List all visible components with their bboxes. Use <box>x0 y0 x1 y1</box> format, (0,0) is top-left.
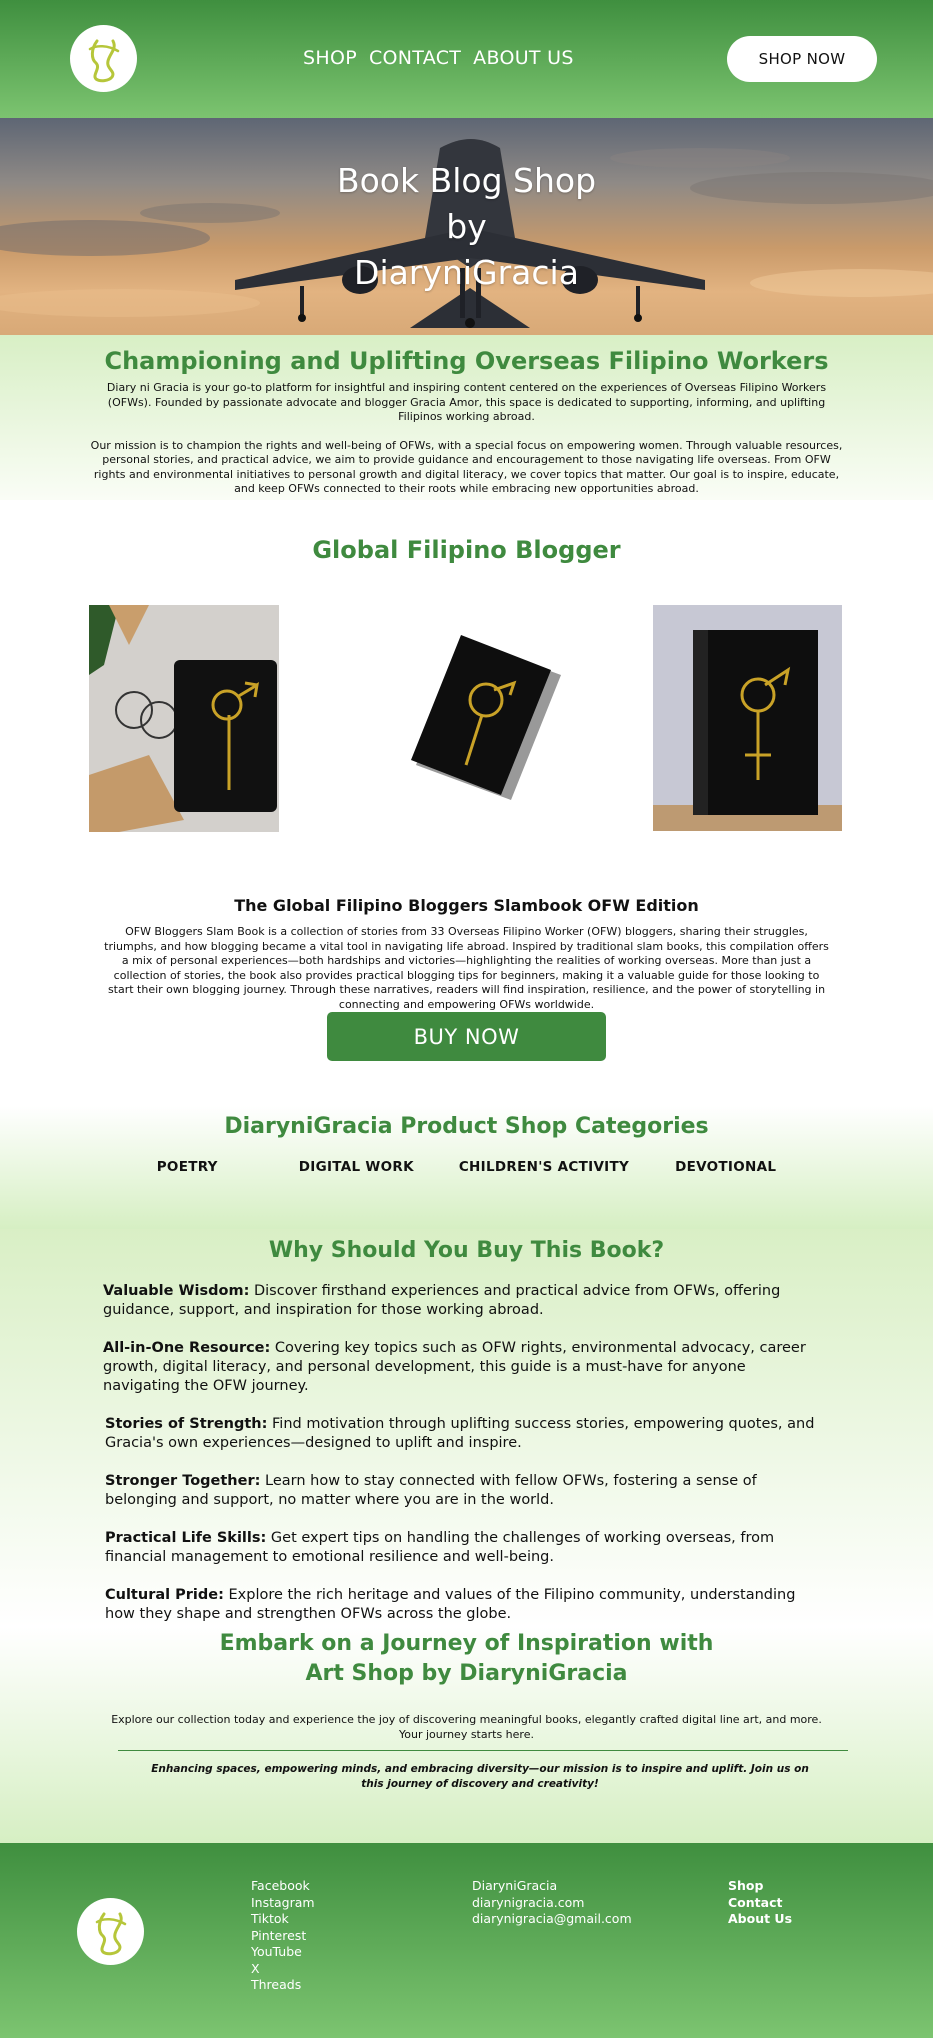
footer-logo[interactable] <box>77 1898 144 1965</box>
footer-link-contact[interactable]: Contact <box>728 1895 792 1912</box>
shop-now-button[interactable]: SHOP NOW <box>727 36 877 82</box>
book-photo-shelf[interactable] <box>653 605 842 831</box>
mission-paragraph: Our mission is to champion the rights an… <box>90 438 843 496</box>
footer-link-tiktok[interactable]: Tiktok <box>251 1911 315 1928</box>
embark-paragraph: Explore our collection today and experie… <box>111 1713 822 1741</box>
footer-nav-links: Shop Contact About Us <box>728 1878 792 1928</box>
benefit-item: Stronger Together: Learn how to stay con… <box>105 1472 825 1510</box>
embark-section: Embark on a Journey of Inspiration with … <box>0 1627 933 1843</box>
benefit-title: Practical Life Skills: <box>105 1530 267 1546</box>
book-photo-desk[interactable] <box>89 605 279 832</box>
footer-social-links: Facebook Instagram Tiktok Pinterest YouT… <box>251 1878 315 1994</box>
diaryni-gracia-logo-icon <box>95 1912 126 1955</box>
divider <box>118 1750 848 1751</box>
footer-link-youtube[interactable]: YouTube <box>251 1944 315 1961</box>
category-childrens-activity[interactable]: CHILDREN'S ACTIVITY <box>459 1159 629 1175</box>
why-buy-section: Why Should You Buy This Book? Valuable W… <box>0 1229 933 1627</box>
book-cover-image <box>386 605 571 832</box>
logo[interactable] <box>70 25 137 92</box>
footer-email-link[interactable]: diarynigracia@gmail.com <box>472 1911 632 1928</box>
embark-heading-line: Embark on a Journey of Inspiration with <box>219 1631 714 1656</box>
footer-link-facebook[interactable]: Facebook <box>251 1878 315 1895</box>
book-title: The Global Filipino Bloggers Slambook OF… <box>234 896 699 915</box>
book-on-shelf-image <box>653 605 842 831</box>
footer-link-x[interactable]: X <box>251 1961 315 1978</box>
hero-title-line: DiaryniGracia <box>354 253 579 292</box>
why-heading: Why Should You Buy This Book? <box>268 1238 665 1263</box>
mission-quote: Enhancing spaces, empowering minds, and … <box>151 1763 809 1790</box>
site-header: SHOP CONTACT ABOUT US SHOP NOW <box>0 0 933 118</box>
hero-title-line: by <box>446 207 487 246</box>
mission-heading: Championing and Uplifting Overseas Filip… <box>104 347 829 375</box>
book-description: OFW Bloggers Slam Book is a collection o… <box>104 925 829 1011</box>
main-nav: SHOP CONTACT ABOUT US <box>303 47 574 69</box>
diaryni-gracia-logo-icon <box>88 39 119 82</box>
footer-link-shop[interactable]: Shop <box>728 1878 792 1895</box>
benefit-item: All-in-One Resource: Covering key topics… <box>103 1339 823 1396</box>
nav-link-about-us[interactable]: ABOUT US <box>473 47 574 69</box>
footer-brand-name: DiaryniGracia <box>472 1878 558 1893</box>
footer-contact: DiaryniGracia diarynigracia.com diarynig… <box>472 1878 632 1928</box>
benefit-item: Practical Life Skills: Get expert tips o… <box>105 1529 825 1567</box>
book-on-desk-image <box>89 605 279 832</box>
categories-heading: DiaryniGracia Product Shop Categories <box>224 1114 709 1139</box>
benefit-title: Stronger Together: <box>105 1473 261 1489</box>
nav-link-shop[interactable]: SHOP <box>303 47 357 69</box>
nav-link-contact[interactable]: CONTACT <box>369 47 461 69</box>
footer-link-instagram[interactable]: Instagram <box>251 1895 315 1912</box>
benefit-title: Valuable Wisdom: <box>103 1283 250 1299</box>
benefit-item: Stories of Strength: Find motivation thr… <box>105 1415 825 1453</box>
footer-link-threads[interactable]: Threads <box>251 1977 315 1994</box>
embark-heading: Embark on a Journey of Inspiration with … <box>0 1629 933 1689</box>
embark-heading-line: Art Shop by DiaryniGracia <box>305 1661 628 1686</box>
mission-section: Championing and Uplifting Overseas Filip… <box>0 335 933 500</box>
benefit-item: Valuable Wisdom: Discover firsthand expe… <box>103 1282 823 1320</box>
category-devotional[interactable]: DEVOTIONAL <box>675 1159 776 1175</box>
book-photo-standing[interactable] <box>386 605 571 832</box>
benefit-item: Cultural Pride: Explore the rich heritag… <box>105 1586 825 1624</box>
benefit-title: All-in-One Resource: <box>103 1340 271 1356</box>
site-footer: Facebook Instagram Tiktok Pinterest YouT… <box>0 1843 933 2038</box>
blogger-heading: Global Filipino Blogger <box>312 536 621 564</box>
category-poetry[interactable]: POETRY <box>157 1159 218 1175</box>
category-digital-work[interactable]: DIGITAL WORK <box>299 1159 414 1175</box>
footer-website-link[interactable]: diarynigracia.com <box>472 1895 632 1912</box>
benefit-title: Cultural Pride: <box>105 1587 224 1603</box>
hero-banner: Book Blog Shop by DiaryniGracia <box>0 118 933 335</box>
category-list: POETRY DIGITAL WORK CHILDREN'S ACTIVITY … <box>0 1159 933 1175</box>
footer-link-about-us[interactable]: About Us <box>728 1911 792 1928</box>
mission-paragraph: Diary ni Gracia is your go-to platform f… <box>106 381 827 423</box>
benefit-title: Stories of Strength: <box>105 1416 268 1432</box>
blogger-section: Global Filipino Blogger The Global Filip… <box>0 500 933 1106</box>
footer-link-pinterest[interactable]: Pinterest <box>251 1928 315 1945</box>
hero-title-line: Book Blog Shop <box>336 161 597 200</box>
categories-section: DiaryniGracia Product Shop Categories PO… <box>0 1106 933 1229</box>
buy-now-button[interactable]: BUY NOW <box>327 1012 606 1061</box>
hero-title: Book Blog Shop by DiaryniGracia <box>0 158 933 296</box>
